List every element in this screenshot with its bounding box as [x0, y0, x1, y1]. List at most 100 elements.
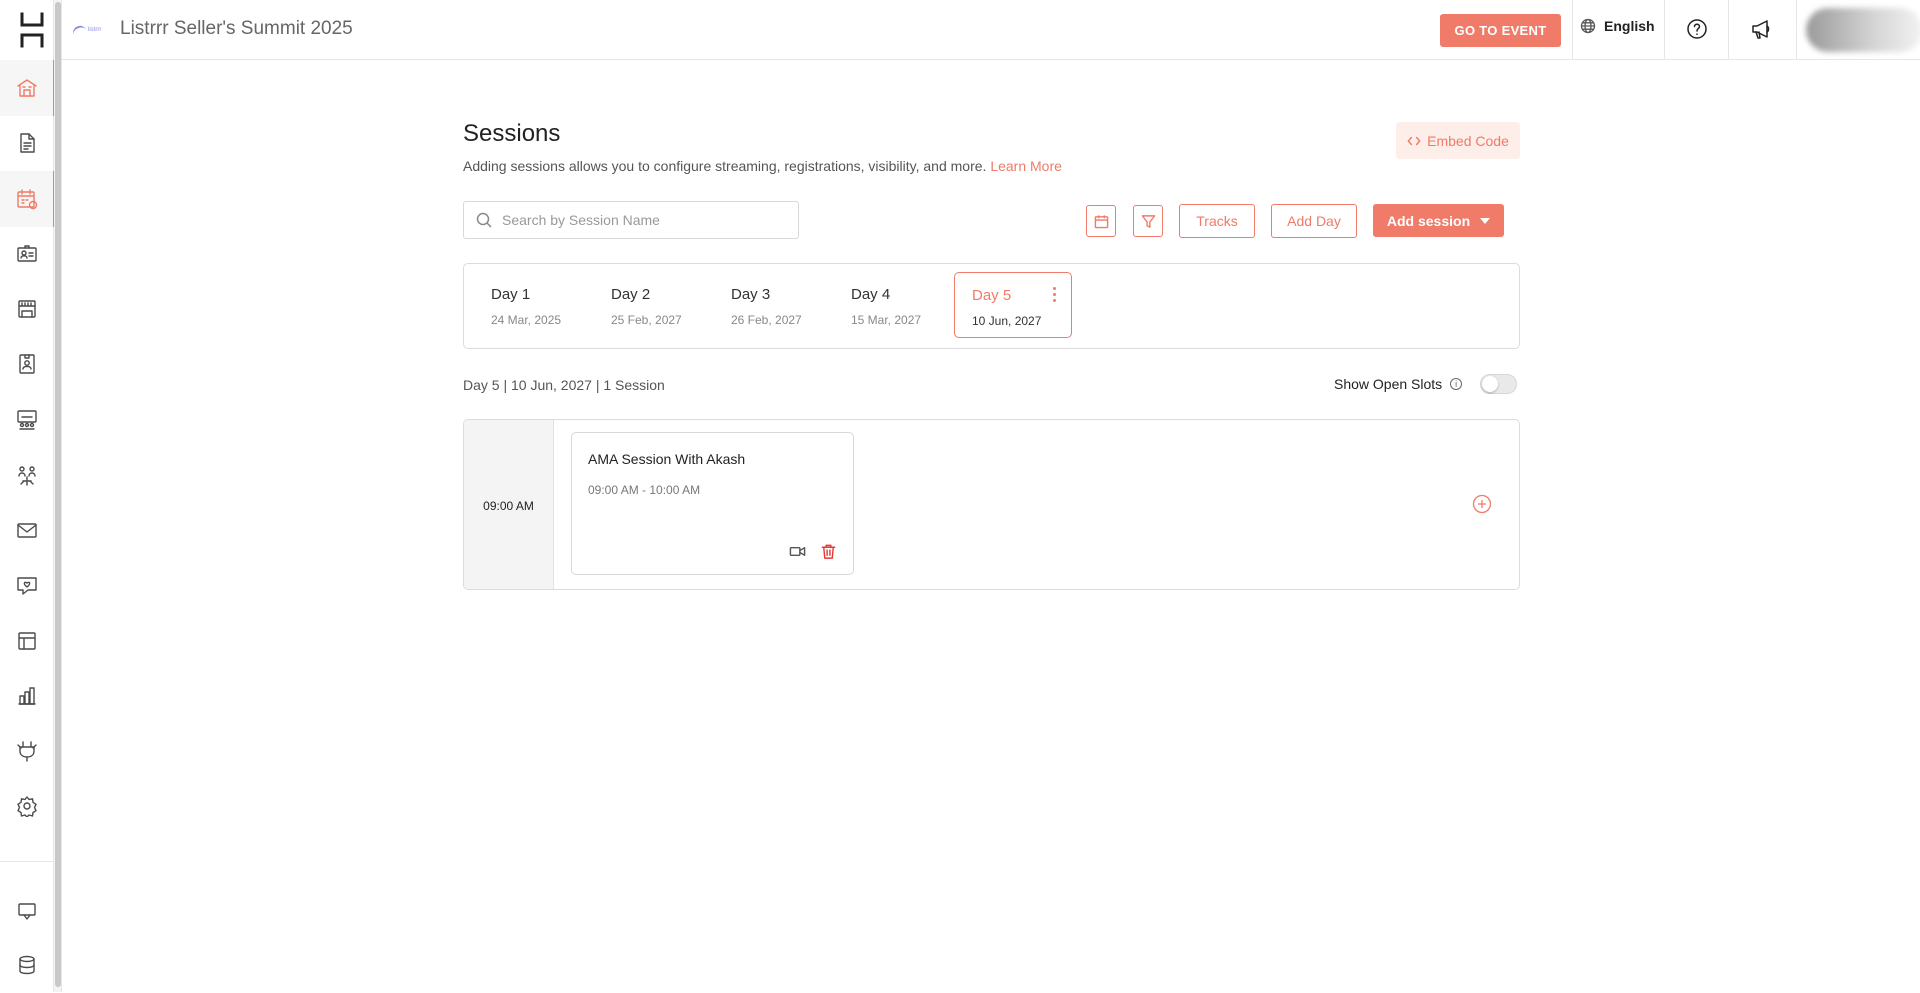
topbar: listrrr Listrrr Seller's Summit 2025 GO …	[62, 0, 1920, 60]
scrollbar-thumb[interactable]	[55, 2, 61, 987]
sessions-page: Sessions Adding sessions allows you to c…	[463, 120, 1520, 590]
day-tab-2[interactable]: Day 2 25 Feb, 2027	[594, 272, 712, 338]
help-circle-icon	[1687, 19, 1707, 39]
subtitle-text: Adding sessions allows you to configure …	[463, 158, 987, 174]
announcements-button[interactable]	[1748, 16, 1774, 42]
calendar-sessions-icon	[17, 189, 38, 210]
search-box[interactable]	[463, 201, 799, 239]
code-brackets-icon	[1407, 136, 1421, 145]
learn-more-link[interactable]: Learn More	[990, 158, 1062, 174]
help-button[interactable]	[1684, 16, 1710, 42]
sidebar-item-engagement[interactable]	[0, 557, 54, 613]
day-tab-4[interactable]: Day 4 15 Mar, 2027	[834, 272, 952, 338]
topbar-divider	[1796, 0, 1797, 59]
day-summary: Day 5 | 10 Jun, 2027 | 1 Session	[463, 377, 665, 393]
day-tab-3[interactable]: Day 3 26 Feb, 2027	[714, 272, 832, 338]
sidebar-item-networking[interactable]	[0, 447, 54, 503]
session-time-range: 09:00 AM - 10:00 AM	[588, 483, 701, 497]
sidebar-item-analytics[interactable]	[0, 668, 54, 724]
layout-icon	[18, 632, 36, 650]
add-session-button[interactable]: Add session	[1373, 204, 1504, 237]
page-subtitle: Adding sessions allows you to configure …	[463, 158, 1520, 174]
filter-icon	[1141, 214, 1155, 228]
app-logo[interactable]	[18, 12, 46, 48]
calendar-view-button[interactable]	[1086, 205, 1116, 237]
day-tab-name: Day 3	[731, 286, 771, 303]
sidebar-item-sessions[interactable]	[0, 171, 57, 227]
search-input[interactable]	[502, 212, 782, 228]
sidebar-item-layout[interactable]	[0, 613, 54, 669]
topbar-divider	[1728, 0, 1729, 59]
open-slots-control: Show Open Slots i	[1334, 374, 1518, 394]
topbar-divider	[1664, 0, 1665, 59]
video-camera-icon[interactable]	[789, 543, 806, 560]
day-tab-name: Day 2	[611, 286, 651, 303]
sidebar-item-rooms[interactable]	[0, 391, 54, 447]
go-to-event-button[interactable]: GO TO EVENT	[1440, 14, 1561, 47]
filter-button[interactable]	[1133, 205, 1163, 237]
event-logo-text: listrrr	[88, 27, 102, 33]
day-tab-name: Day 4	[851, 286, 891, 303]
integrations-icon	[17, 741, 37, 762]
user-avatar[interactable]	[1806, 8, 1920, 52]
sessions-toolbar: Tracks Add Day Add session	[463, 201, 1520, 239]
sidebar-item-documents[interactable]	[0, 115, 54, 171]
engagement-icon	[17, 577, 37, 595]
add-day-button[interactable]: Add Day	[1271, 204, 1357, 238]
database-icon	[19, 955, 35, 975]
sidebar-item-badges[interactable]	[0, 336, 54, 392]
plus-circle-icon	[1472, 494, 1492, 514]
wing-logo-icon	[71, 23, 87, 37]
embed-code-label: Embed Code	[1427, 132, 1509, 149]
tracks-button[interactable]: Tracks	[1179, 204, 1255, 238]
page-title: Sessions	[463, 120, 561, 147]
add-session-label: Add session	[1386, 212, 1471, 229]
badge-icon	[19, 354, 35, 374]
sidebar-scrollbar[interactable]	[54, 0, 62, 992]
globe-icon	[1580, 18, 1596, 34]
topbar-divider	[1572, 0, 1573, 59]
language-label: English	[1604, 18, 1655, 34]
day-tab-5[interactable]: Day 5 10 Jun, 2027	[954, 272, 1072, 338]
time-slot-row: 09:00 AM AMA Session With Akash 09:00 AM…	[463, 419, 1520, 590]
sidebar-item-settings[interactable]	[0, 778, 54, 834]
session-card[interactable]: AMA Session With Akash 09:00 AM - 10:00 …	[571, 432, 854, 575]
open-slots-toggle[interactable]	[1480, 374, 1518, 394]
day-tab-1[interactable]: Day 1 24 Mar, 2025	[474, 272, 592, 338]
language-selector[interactable]: English	[1580, 18, 1655, 34]
booth-icon	[18, 300, 36, 318]
add-session-to-slot-button[interactable]	[1472, 494, 1492, 514]
embed-code-button[interactable]: Embed Code	[1396, 122, 1520, 159]
sidebar-item-chat-support[interactable]	[0, 883, 54, 939]
sidebar-item-venue[interactable]	[0, 60, 57, 116]
kebab-menu-icon[interactable]	[1053, 287, 1057, 302]
attendees-id-icon	[17, 245, 37, 262]
megaphone-icon	[1752, 20, 1770, 39]
slot-time: 09:00 AM	[464, 420, 554, 589]
chevron-down-icon[interactable]	[1480, 217, 1491, 224]
day-tab-date: 25 Feb, 2027	[611, 313, 682, 327]
chat-support-icon	[18, 903, 36, 920]
sidebar-item-integrations[interactable]	[0, 723, 54, 779]
session-card-actions	[789, 543, 837, 560]
day-tab-name: Day 1	[491, 286, 531, 303]
trash-icon[interactable]	[820, 543, 837, 560]
sidebar	[0, 0, 62, 993]
sidebar-item-attendees[interactable]	[0, 226, 54, 282]
info-icon[interactable]: i	[1450, 378, 1463, 390]
sidebar-item-mail[interactable]	[0, 502, 54, 558]
networking-icon	[18, 466, 36, 486]
open-slots-label: Show Open Slots	[1334, 376, 1443, 392]
day-tabs: Day 1 24 Mar, 2025 Day 2 25 Feb, 2027 Da…	[463, 263, 1520, 349]
sidebar-item-booths[interactable]	[0, 281, 54, 337]
day-tab-date: 15 Mar, 2027	[851, 313, 922, 327]
venue-icon	[17, 79, 37, 97]
analytics-icon	[18, 687, 36, 705]
day-tab-date: 24 Mar, 2025	[491, 313, 562, 327]
event-logo: listrrr	[71, 22, 112, 38]
sidebar-item-database[interactable]	[0, 937, 54, 993]
session-title: AMA Session With Akash	[588, 451, 746, 467]
search-icon	[476, 212, 492, 228]
event-title: Listrrr Seller's Summit 2025	[120, 18, 353, 39]
document-icon	[20, 133, 35, 153]
